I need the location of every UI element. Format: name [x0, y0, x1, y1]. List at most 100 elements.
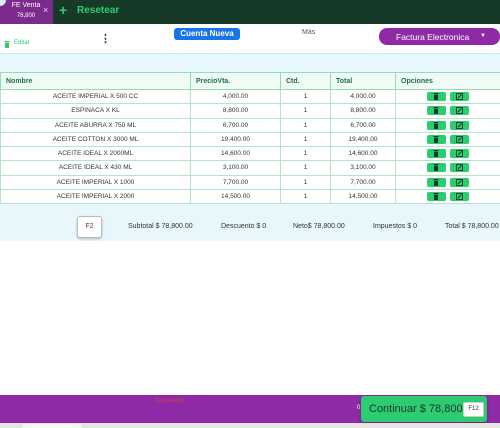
f12-shortcut-badge: F12 — [463, 402, 484, 417]
edit-item-button[interactable] — [450, 149, 469, 159]
edit-item-button[interactable] — [450, 120, 469, 130]
item-price: 3,100.00 — [190, 160, 281, 176]
edit-icon — [456, 192, 463, 200]
edit-item-button[interactable] — [450, 106, 469, 116]
table-row: ACEITE ABURRA X 750 ML 6,700.00 1 6,700.00 — [0, 117, 500, 133]
table-row: ESPINACA X KL 8,800.00 1 8,800.00 — [0, 103, 500, 119]
item-qty: 1 — [280, 88, 331, 105]
chevron-down-icon: ▼ — [480, 33, 486, 39]
item-name: ACEITE IMPERIAL X 2000 — [0, 188, 191, 205]
edit-icon — [456, 107, 463, 115]
item-qty: 1 — [280, 131, 331, 148]
edit-item-button[interactable] — [450, 191, 469, 201]
item-name: ACEITE IDEAL X 2000ML — [0, 145, 191, 162]
trash-icon — [433, 121, 439, 129]
item-total: 3,100.00 — [330, 160, 396, 176]
table-row: ACEITE IDEAL X 430 ML 3,100.00 1 3,100.00 — [0, 160, 500, 176]
continue-label: Continuar $ 78,800 — [369, 403, 463, 415]
tab-title: FE Venta — [11, 2, 41, 9]
item-total: 14,500.00 — [330, 188, 396, 205]
delete-item-button[interactable] — [427, 92, 446, 102]
f2-shortcut-button[interactable]: F2 — [77, 216, 102, 238]
edit-icon — [456, 93, 463, 101]
new-account-button[interactable]: Cuenta Nueva — [174, 28, 240, 40]
trash-icon — [433, 178, 439, 186]
bottom-zero-value: 0 — [357, 405, 361, 411]
trash-icon — [433, 107, 439, 115]
item-options — [395, 160, 500, 176]
add-tab-icon[interactable]: + — [59, 2, 67, 18]
item-qty: 1 — [280, 188, 331, 205]
item-options — [395, 174, 500, 190]
edit-icon — [456, 121, 463, 129]
item-name: ACEITE COTTON X 3000 ML — [0, 131, 191, 148]
item-options — [395, 103, 500, 119]
tab-amount: 78,800 — [16, 13, 36, 19]
item-qty: 1 — [280, 174, 331, 190]
table-row: ACEITE IDEAL X 2000ML 14,600.00 1 14,600.00 — [0, 145, 500, 162]
delete-item-button[interactable] — [427, 134, 446, 144]
column-header-options: Opciones — [395, 72, 500, 90]
total-text: Total $ 78,800.00 — [445, 223, 499, 230]
kebab-menu-icon[interactable]: ⋮ — [100, 32, 111, 45]
item-name: ACEITE ABURRA X 750 ML — [0, 117, 191, 133]
delete-item-button[interactable] — [427, 149, 446, 159]
item-total: 14,600.00 — [330, 145, 396, 162]
item-qty: 1 — [280, 117, 331, 133]
edit-icon — [456, 178, 463, 186]
edit-item-button[interactable] — [450, 92, 469, 102]
edit-item-button[interactable] — [450, 163, 469, 173]
bottom-strip-tab — [22, 424, 82, 428]
top-bar — [0, 0, 500, 24]
item-qty: 1 — [280, 103, 331, 119]
column-header-total: Total — [330, 72, 396, 90]
item-options — [395, 188, 500, 205]
table-row: ACEITE COTTON X 3000 ML 19,400.00 1 19,400.… — [0, 131, 500, 148]
discount-text: Descuento $ 0 — [221, 223, 267, 230]
delete-item-button[interactable] — [427, 120, 446, 130]
item-options — [395, 145, 500, 162]
edit-icon — [456, 150, 463, 158]
edit-icon — [456, 135, 463, 143]
table-row: ACEITE IMPERIAL X 1000 7,700.00 1 7,700.00 — [0, 174, 500, 190]
trash-icon — [433, 150, 439, 158]
item-price: 19,400.00 — [190, 131, 281, 148]
item-price: 6,700.00 — [190, 117, 281, 133]
subtotal-text: Subtotal $ 78,800.00 — [128, 223, 193, 230]
delete-item-button[interactable] — [427, 163, 446, 173]
column-header-price: PrecioVta. — [190, 72, 281, 90]
item-options — [395, 88, 500, 105]
invoice-type-label: Factura Electronica — [396, 32, 470, 42]
trash-icon — [433, 135, 439, 143]
close-tab-icon[interactable]: × — [43, 5, 48, 15]
delete-item-button[interactable] — [427, 177, 446, 187]
item-price: 7,700.00 — [190, 174, 281, 190]
item-total: 6,700.00 — [330, 117, 396, 133]
table-row: ACEITE IMPERIAL X 2000 14,500.00 1 14,500.0… — [0, 188, 500, 205]
item-total: 4,000.00 — [330, 88, 396, 105]
delete-item-button[interactable] — [427, 106, 446, 116]
item-price: 8,800.00 — [190, 103, 281, 119]
item-price: 14,600.00 — [190, 145, 281, 162]
delete-item-button[interactable] — [427, 191, 446, 201]
item-total: 19,400.00 — [330, 131, 396, 148]
discount-label: Descuento — [155, 398, 184, 404]
item-options — [395, 117, 500, 133]
item-total: 8,800.00 — [330, 103, 396, 119]
trash-icon — [433, 93, 439, 101]
table-header-row: Nombre PrecioVta. Ctd. Total Opciones — [0, 72, 500, 90]
net-text: Neto$ 78,800.00 — [293, 223, 345, 230]
item-price: 14,500.00 — [190, 188, 281, 205]
edit-item-button[interactable] — [450, 177, 469, 187]
item-qty: 1 — [280, 145, 331, 162]
edit-item-button[interactable] — [450, 134, 469, 144]
item-price: 4,000.00 — [190, 88, 281, 105]
table-row: ACEITE IMPERIAL X 500 CC 4,000.00 1 4,000.0… — [0, 88, 500, 105]
more-link[interactable]: Más — [302, 29, 315, 36]
item-name: ACEITE IDEAL X 430 ML — [0, 160, 191, 176]
edit-link[interactable]: Editar — [14, 40, 30, 46]
column-header-qty: Ctd. — [280, 72, 331, 90]
item-options — [395, 131, 500, 148]
reset-button[interactable]: Resetear — [77, 5, 119, 16]
item-name: ACEITE IMPERIAL X 500 CC — [0, 88, 191, 105]
